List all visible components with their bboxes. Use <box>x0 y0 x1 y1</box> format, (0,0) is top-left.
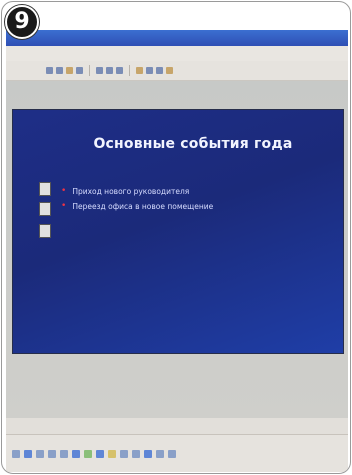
rectangle-tool-icon[interactable] <box>48 450 56 458</box>
align-center-icon[interactable] <box>106 67 113 74</box>
diagram-tool-icon[interactable] <box>96 450 104 458</box>
align-right-icon[interactable] <box>116 67 123 74</box>
slide-bullet[interactable]: • Переезд офиса в новое помещение <box>61 201 326 212</box>
application-window: Основные события года • Приход нового ру… <box>6 30 348 472</box>
toolbar-icon[interactable] <box>156 67 163 74</box>
window-title-bar <box>6 30 348 46</box>
toolbar-icon[interactable] <box>46 67 53 74</box>
toolbar-icon[interactable] <box>146 67 153 74</box>
toolbar-icon[interactable] <box>76 67 83 74</box>
bullet-marker-icon: • <box>61 201 67 211</box>
textbox-tool-icon[interactable] <box>72 450 80 458</box>
fill-color-icon[interactable] <box>120 450 128 458</box>
toolbar-icon[interactable] <box>66 67 73 74</box>
toolbar-separator <box>89 65 90 76</box>
toolbar-icon[interactable] <box>136 67 143 74</box>
resize-handle[interactable] <box>39 182 51 196</box>
screenshot-frame: 9 Основные события года • Приход нового … <box>1 1 351 474</box>
font-color-icon[interactable] <box>144 450 152 458</box>
arrow-tool-icon[interactable] <box>24 450 32 458</box>
line-tool-icon[interactable] <box>36 450 44 458</box>
oval-tool-icon[interactable] <box>60 450 68 458</box>
toolbar-icon[interactable] <box>56 67 63 74</box>
toolbar-separator <box>129 65 130 76</box>
toolbar-icon[interactable] <box>166 67 173 74</box>
bullet-text: Приход нового руководителя <box>72 187 190 196</box>
menu-bar <box>6 46 348 61</box>
slide-bullet-list[interactable]: • Приход нового руководителя • Переезд о… <box>61 186 326 216</box>
align-left-icon[interactable] <box>96 67 103 74</box>
bullet-marker-icon: • <box>61 186 67 196</box>
slide-bullet[interactable]: • Приход нового руководителя <box>61 186 326 197</box>
status-bar <box>6 418 348 434</box>
shadow-icon[interactable] <box>168 450 176 458</box>
drawing-toolbar-icon[interactable] <box>12 450 20 458</box>
line-style-icon[interactable] <box>156 450 164 458</box>
line-color-icon[interactable] <box>132 450 140 458</box>
resize-handle[interactable] <box>39 202 51 216</box>
formatting-toolbar <box>6 61 348 81</box>
wordart-tool-icon[interactable] <box>84 450 92 458</box>
clipart-tool-icon[interactable] <box>108 450 116 458</box>
step-number-badge: 9 <box>5 5 39 39</box>
resize-handle[interactable] <box>39 224 51 238</box>
drawing-toolbar <box>6 434 348 472</box>
bullet-text: Переезд офиса в новое помещение <box>72 202 214 211</box>
slide-title[interactable]: Основные события года <box>53 136 333 152</box>
slide-canvas[interactable]: Основные события года • Приход нового ру… <box>12 109 344 354</box>
